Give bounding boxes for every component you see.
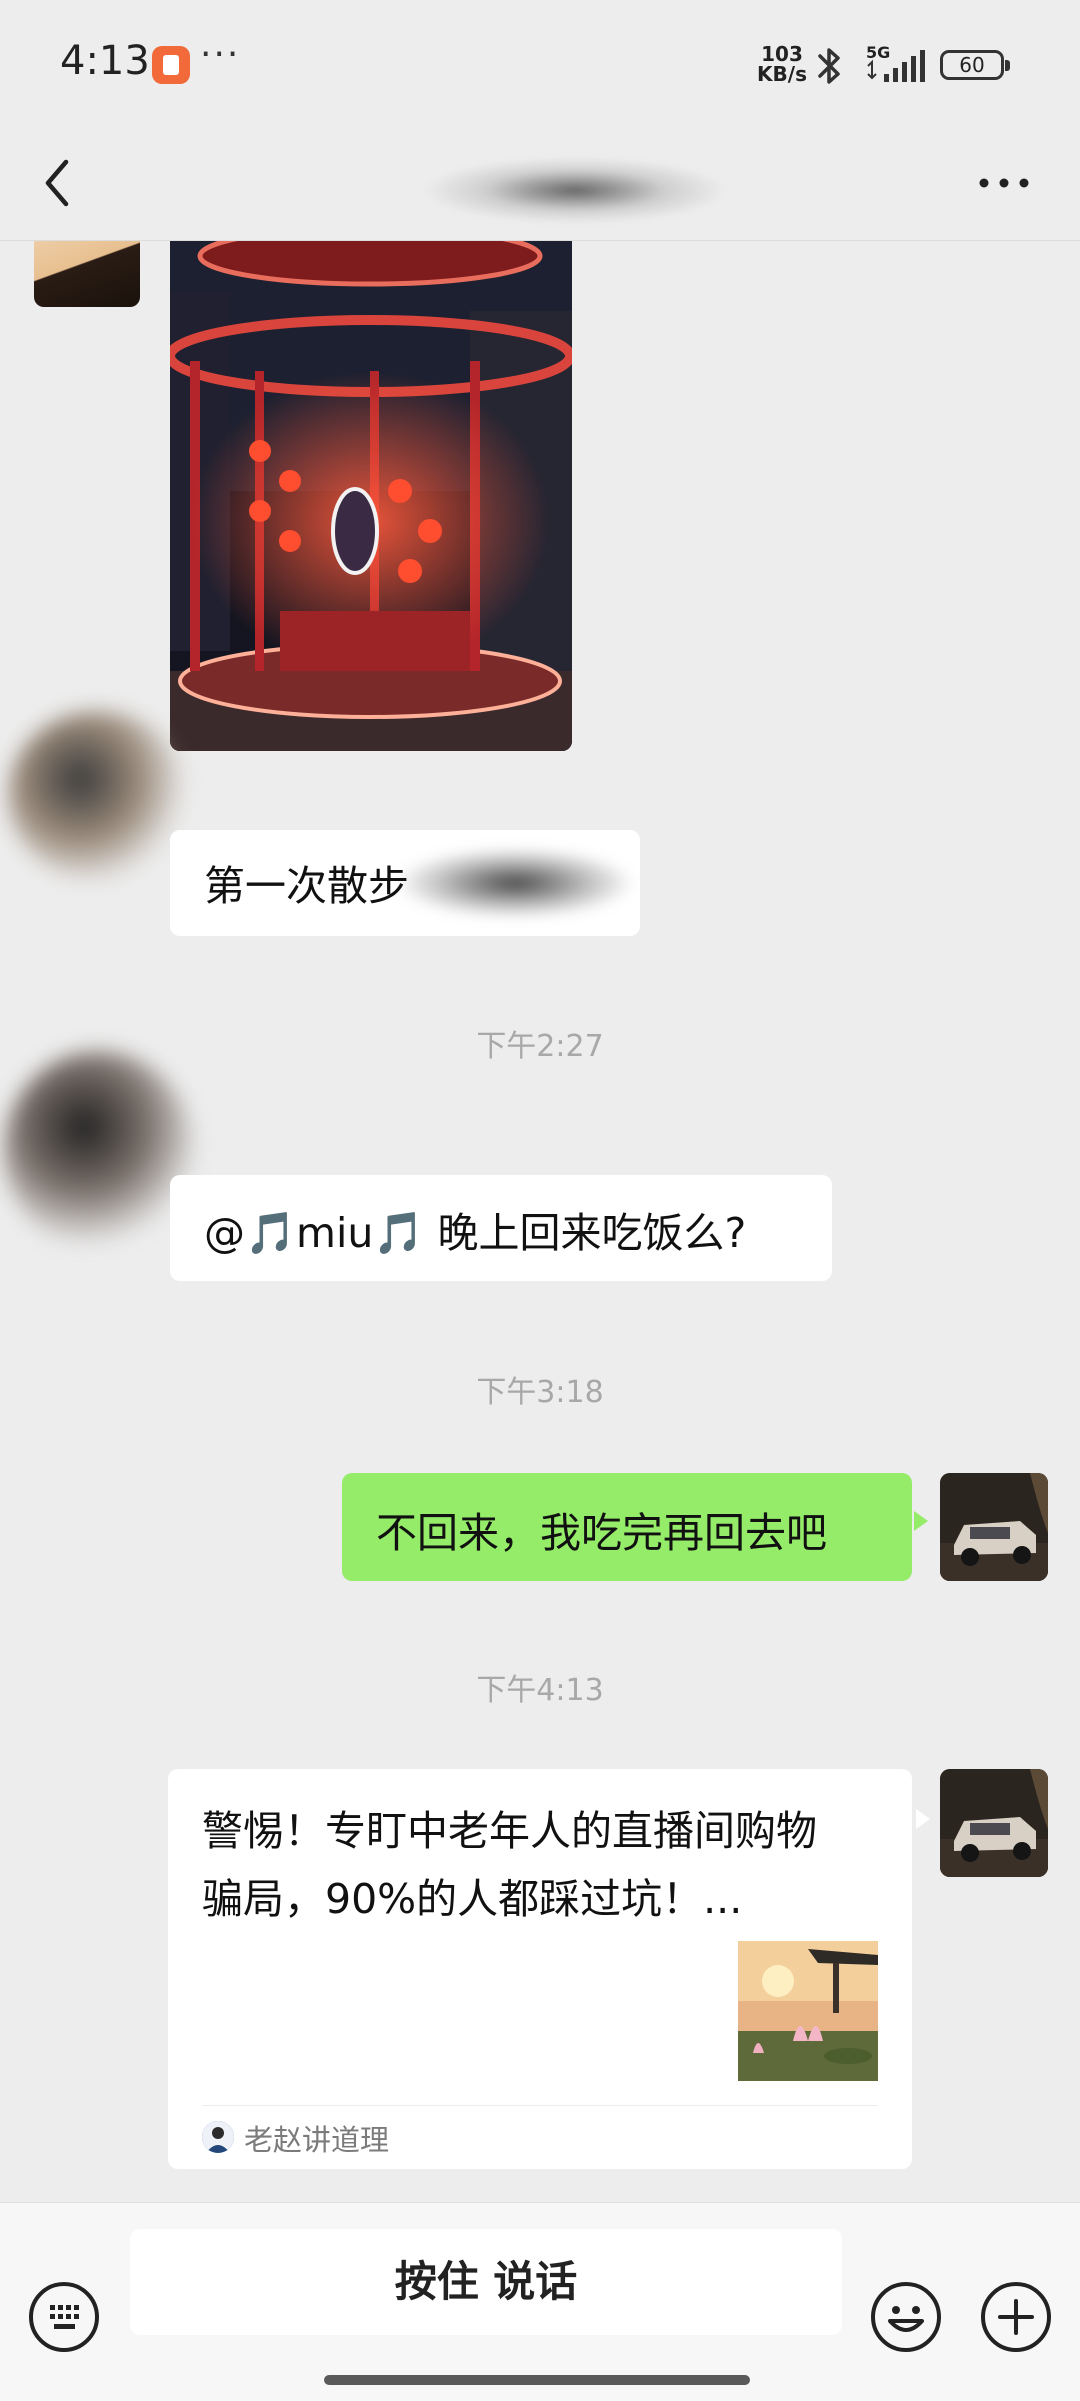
my-avatar[interactable] (940, 1769, 1048, 1877)
chat-header (0, 130, 1080, 241)
sender-avatar-blurred[interactable] (8, 711, 188, 881)
chat-title (395, 130, 755, 240)
chat-input-bar: 按住 说话 (0, 2202, 1080, 2401)
timestamp: 下午3:18 (476, 1375, 604, 1410)
article-source: 老赵讲道理 (244, 2123, 390, 2157)
more-horizontal-icon[interactable] (976, 168, 1032, 198)
message-bubble-incoming[interactable]: 第一次散步 (170, 830, 640, 936)
timestamp: 下午4:13 (476, 1673, 604, 1708)
chevron-left-icon[interactable] (36, 148, 80, 218)
orange-app-icon (152, 46, 190, 84)
signal-icon: 5G (866, 44, 925, 82)
status-time: 4:13 (60, 38, 150, 84)
shared-article-card[interactable]: 警惕！专盯中老年人的直播间购物骗局，90%的人都踩过坑！... 老赵讲道理 (168, 1769, 930, 2169)
avatar-image (940, 1769, 1048, 1877)
status-bar: 4:13 ··· 103 KB/s 5G 60 (0, 0, 1080, 130)
article-divider (202, 2105, 878, 2106)
keyboard-icon[interactable] (28, 2281, 100, 2353)
emoji-icon[interactable] (870, 2281, 942, 2353)
sender-avatar-blurred[interactable] (4, 1051, 194, 1251)
status-more-indicator: ··· (200, 34, 241, 75)
home-indicator[interactable] (324, 2375, 750, 2385)
net-speed-unit: KB/s (757, 62, 807, 86)
network-type: 5G (866, 44, 890, 62)
article-title: 警惕！专盯中老年人的直播间购物骗局，90%的人都踩过坑！... (202, 1807, 817, 1923)
chat-message-list[interactable]: 第一次散步 下午2:27 @🎵miu🎵 晚上回来吃饭么? 下午3:18 不回来，… (0, 241, 1080, 2201)
timestamp: 下午2:27 (476, 1029, 604, 1064)
message-text: 第一次散步 (204, 862, 409, 910)
message-text: 不回来，我吃完再回去吧 (376, 1509, 827, 1557)
plus-icon[interactable] (980, 2281, 1052, 2353)
battery-icon: 60 (940, 50, 1010, 80)
message-bubble-incoming[interactable]: @🎵miu🎵 晚上回来吃饭么? (170, 1175, 832, 1281)
my-avatar[interactable] (940, 1473, 1048, 1581)
net-speed-value: 103 (761, 42, 803, 66)
avatar-image (940, 1473, 1048, 1581)
bluetooth-icon (818, 48, 840, 84)
article-thumbnail (738, 1941, 878, 2081)
photo-message[interactable] (170, 241, 572, 751)
text-redaction-scribble (395, 838, 635, 928)
message-text: @🎵miu🎵 晚上回来吃饭么? (204, 1209, 747, 1257)
source-avatar (202, 2121, 234, 2153)
message-bubble-outgoing[interactable]: 不回来，我吃完再回去吧 (342, 1473, 928, 1581)
sender-avatar[interactable] (34, 241, 140, 307)
photo-content (170, 241, 572, 751)
hold-to-talk-button[interactable]: 按住 说话 (130, 2229, 842, 2335)
net-speed: 103 KB/s (752, 44, 812, 84)
